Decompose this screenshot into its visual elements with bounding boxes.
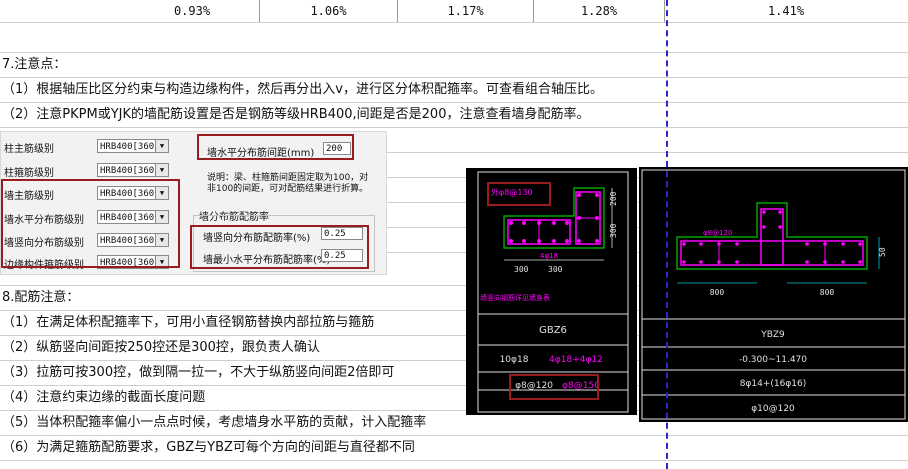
longitudinal-rebar: 8φ14+(16φ16) xyxy=(740,379,807,389)
dim-label: 50 xyxy=(878,247,887,257)
section7-item-1: （1）根据轴压比区分约束与构造边缘构件，然后再分出入v，进行区分体积配箍率。可查… xyxy=(2,82,603,97)
section8-item-2: （2）纵筋竖向间距按250控还是300控，跟负责人确认 xyxy=(2,340,320,355)
ratio-highlight-box xyxy=(190,225,369,269)
rebar-cage xyxy=(680,240,864,266)
wall-rebar-highlight-box xyxy=(1,179,180,268)
dimension-lines xyxy=(677,237,880,284)
settings-note: 非100的间距，可对配筋结果进行折算。 xyxy=(207,184,369,194)
ybz9-drawing-svg: 800 800 50 φ8@120 YBZ9 -0.300~11.470 8φ1… xyxy=(641,169,906,420)
section8-item-5: （5）当体积配箍率偏小一点点时候，考虑墙身水平筋的贡献，计入配箍率 xyxy=(2,415,427,430)
dim-label: 300 xyxy=(548,265,563,274)
spacing-highlight-box xyxy=(197,134,354,160)
side-note: 墙竖向钢筋详见墙身表 xyxy=(480,293,550,302)
section8-item-6: （6）为满足箍筋配筋要求，GBZ与YBZ可每个方向的间距与直径都不同 xyxy=(2,440,415,455)
ybz9-cad-drawing: 800 800 50 φ8@120 YBZ9 -0.300~11.470 8φ1… xyxy=(639,167,908,422)
rebar-settings-panel: 柱主筋级别 HRB400[360] ▼ 柱箍筋级别 HRB400[360] ▼ 墙主… xyxy=(0,131,387,275)
select-value: HRB400[360] xyxy=(100,166,160,176)
component-name: GBZ6 xyxy=(539,325,567,336)
rebar-cage xyxy=(760,208,784,266)
table-cell: 1.28% xyxy=(534,0,665,22)
blank-row xyxy=(0,23,908,53)
dim-label: 200 xyxy=(609,191,618,206)
section7-item-2: （2）注意PKPM或YJK的墙配筋设置是否是钢筋等级HRB400,间距是否是20… xyxy=(2,107,590,122)
section8-item-1: （1）在满足体积配箍率下，可用小直径钢筋替换内部拉筋与箍筋 xyxy=(2,315,375,330)
tie-label: 外φ8@130 xyxy=(491,187,533,197)
rebar-note: 4φ18 xyxy=(540,252,558,260)
gbz6-cad-drawing: 200 300 300 300 外φ8@130 4φ18 墙竖向钢筋详见墙身表 … xyxy=(466,168,637,415)
component-name: YBZ9 xyxy=(760,330,785,340)
table-cell: 1.17% xyxy=(398,0,534,22)
section8-item-3: （3）拉筋可按300控，做到隔一拉一，不大于纵筋竖向间距2倍即可 xyxy=(2,365,395,380)
dim-label: 300 xyxy=(514,265,529,274)
table-cell: 0.93% xyxy=(125,0,260,22)
settings-label: 柱主筋级别 xyxy=(4,144,54,155)
column-main-rebar-select[interactable]: HRB400[360] ▼ xyxy=(97,139,169,153)
page-break-line xyxy=(666,0,668,469)
gbz6-drawing-svg: 200 300 300 300 外φ8@130 4φ18 墙竖向钢筋详见墙身表 … xyxy=(477,171,629,413)
chevron-down-icon[interactable]: ▼ xyxy=(155,140,168,152)
section7-item-row: （1）根据轴压比区分约束与构造边缘构件，然后再分出入v，进行区分体积配箍率。可查… xyxy=(0,78,908,103)
elevation: -0.300~11.470 xyxy=(739,355,807,365)
stirrup-rebar: φ10@120 xyxy=(751,404,795,414)
section7-heading-row: 7.注意点： xyxy=(0,53,908,78)
chevron-down-icon[interactable]: ▼ xyxy=(155,164,168,176)
table-cell: 1.41% xyxy=(767,4,805,18)
column-stirrup-select[interactable]: HRB400[360] ▼ xyxy=(97,163,169,177)
section8-item-row: （6）为满足箍筋配筋要求，GBZ与YBZ可每个方向的间距与直径都不同 xyxy=(0,436,908,461)
longitudinal-detail: 4φ18+4φ12 xyxy=(549,355,603,365)
section8-heading: 8.配筋注意： xyxy=(2,290,80,305)
stirrup-detail: φ8@150 xyxy=(562,381,600,391)
dimension-lines xyxy=(504,188,613,261)
dim-label: 800 xyxy=(710,288,725,297)
table-cell: 1.06% xyxy=(260,0,398,22)
stirrup-rebar: φ8@120 xyxy=(515,381,553,391)
section7-heading: 7.注意点： xyxy=(2,57,67,72)
select-value: HRB400[360] xyxy=(100,142,160,152)
top-table-row: 0.93% 1.06% 1.17% 1.28% 1.41% xyxy=(0,0,908,23)
dim-label: 800 xyxy=(820,288,835,297)
longitudinal-rebar: 10φ18 xyxy=(500,355,529,365)
section8-item-4: （4）注意约束边缘的截面长度问题 xyxy=(2,390,206,405)
stirrup-label: φ8@120 xyxy=(703,229,732,237)
dim-label: 300 xyxy=(609,223,618,238)
settings-label: 柱箍筋级别 xyxy=(4,168,54,179)
section7-item-row: （2）注意PKPM或YJK的墙配筋设置是否是钢筋等级HRB400,间距是否是20… xyxy=(0,103,908,128)
